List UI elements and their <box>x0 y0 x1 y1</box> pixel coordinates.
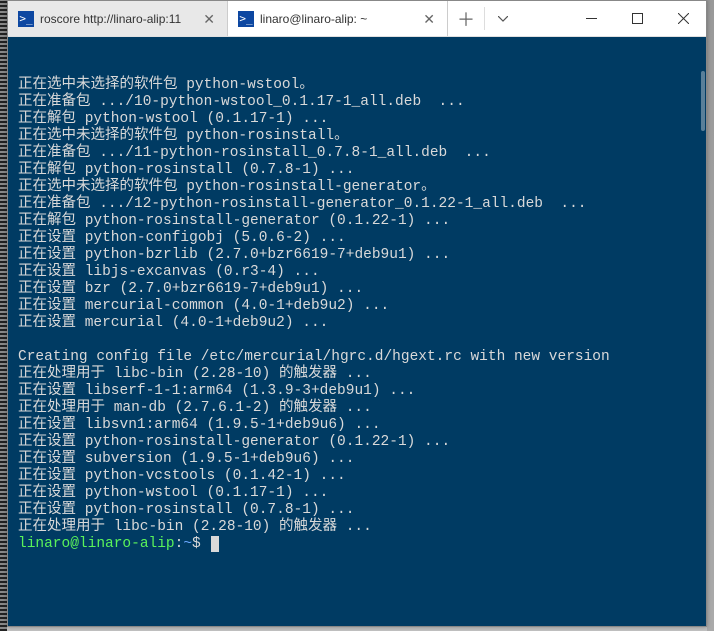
new-tab-button[interactable]: ＋ <box>448 1 484 36</box>
window-controls <box>568 1 706 36</box>
cursor <box>211 536 219 552</box>
close-icon[interactable]: ✕ <box>421 10 437 28</box>
close-window-button[interactable] <box>660 1 706 36</box>
titlebar: >_ roscore http://linaro-alip:11 ✕ >_ li… <box>8 1 706 37</box>
tab-roscore[interactable]: >_ roscore http://linaro-alip:11 ✕ <box>8 1 228 36</box>
terminal-output[interactable]: 正在选中未选择的软件包 python-wstool。 正在准备包 .../10-… <box>8 37 706 626</box>
terminal-window: >_ roscore http://linaro-alip:11 ✕ >_ li… <box>7 0 707 627</box>
maximize-icon <box>632 13 643 24</box>
close-icon[interactable]: ✕ <box>201 10 217 28</box>
minimize-button[interactable] <box>568 1 614 36</box>
minimize-icon <box>586 13 597 24</box>
terminal-icon: >_ <box>18 11 34 27</box>
terminal-lines: 正在选中未选择的软件包 python-wstool。 正在准备包 .../10-… <box>18 77 696 536</box>
tab-strip: >_ roscore http://linaro-alip:11 ✕ >_ li… <box>8 1 521 36</box>
tab-label: linaro@linaro-alip: ~ <box>260 12 415 26</box>
left-desktop-edge <box>0 0 7 631</box>
tab-dropdown-button[interactable] <box>485 1 521 36</box>
tab-label: roscore http://linaro-alip:11 <box>40 12 195 26</box>
prompt-path: ~ <box>183 536 192 552</box>
maximize-button[interactable] <box>614 1 660 36</box>
tab-linaro-shell[interactable]: >_ linaro@linaro-alip: ~ ✕ <box>228 1 448 36</box>
scrollbar-thumb[interactable] <box>701 71 705 131</box>
chevron-down-icon <box>498 16 508 22</box>
close-icon <box>678 13 689 24</box>
right-desktop-edge <box>707 0 714 631</box>
prompt-user-host: linaro@linaro-alip <box>18 536 175 552</box>
terminal-icon: >_ <box>238 11 254 27</box>
prompt-symbol: $ <box>192 536 201 552</box>
